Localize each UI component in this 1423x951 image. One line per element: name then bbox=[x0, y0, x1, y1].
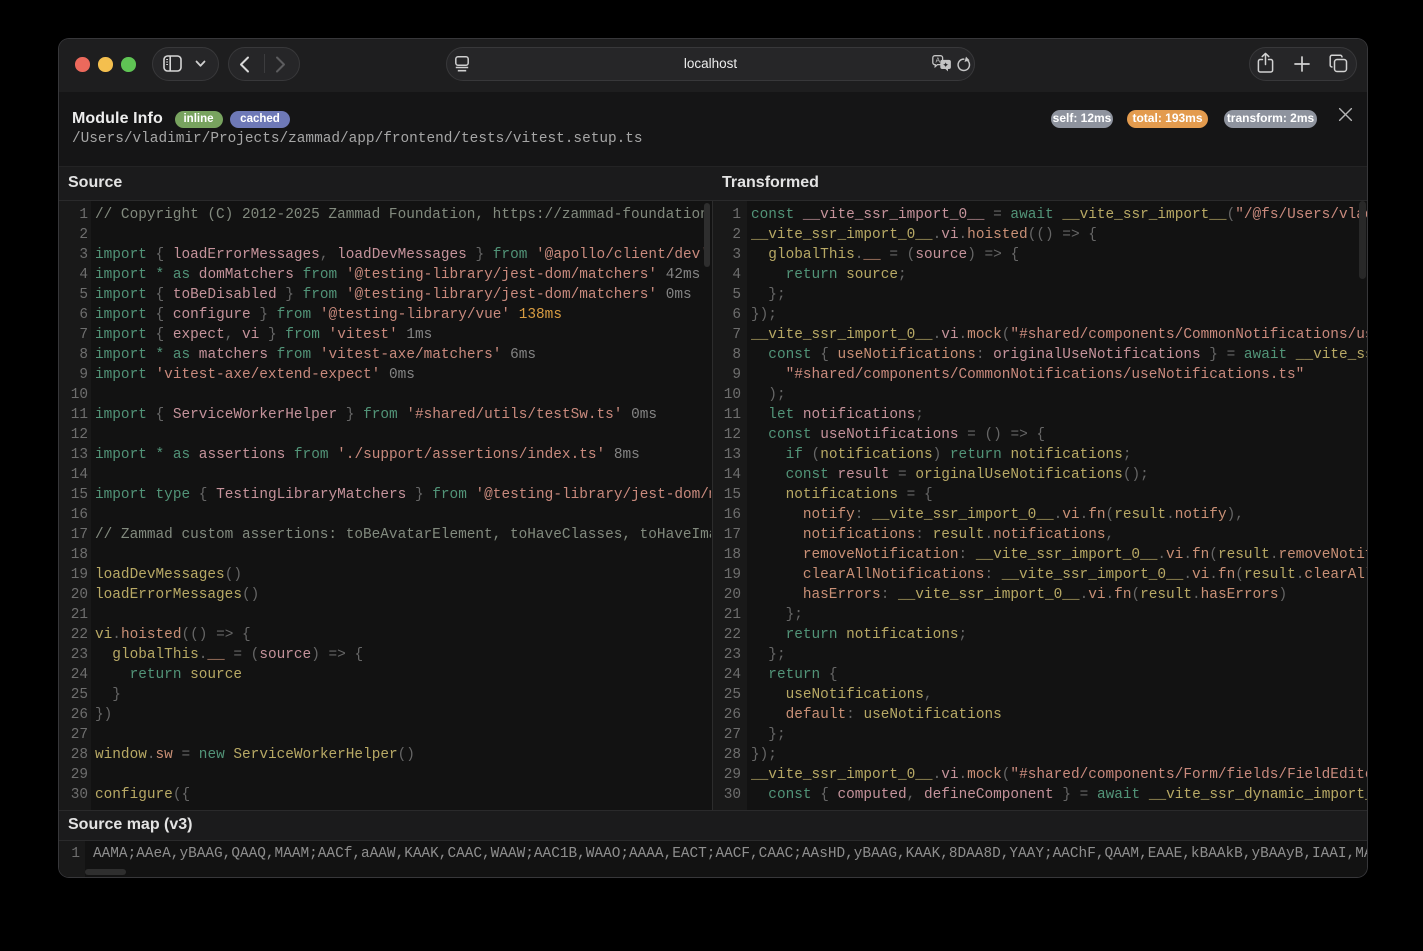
svg-text:✦: ✦ bbox=[942, 60, 949, 69]
svg-text:A: A bbox=[935, 58, 940, 65]
